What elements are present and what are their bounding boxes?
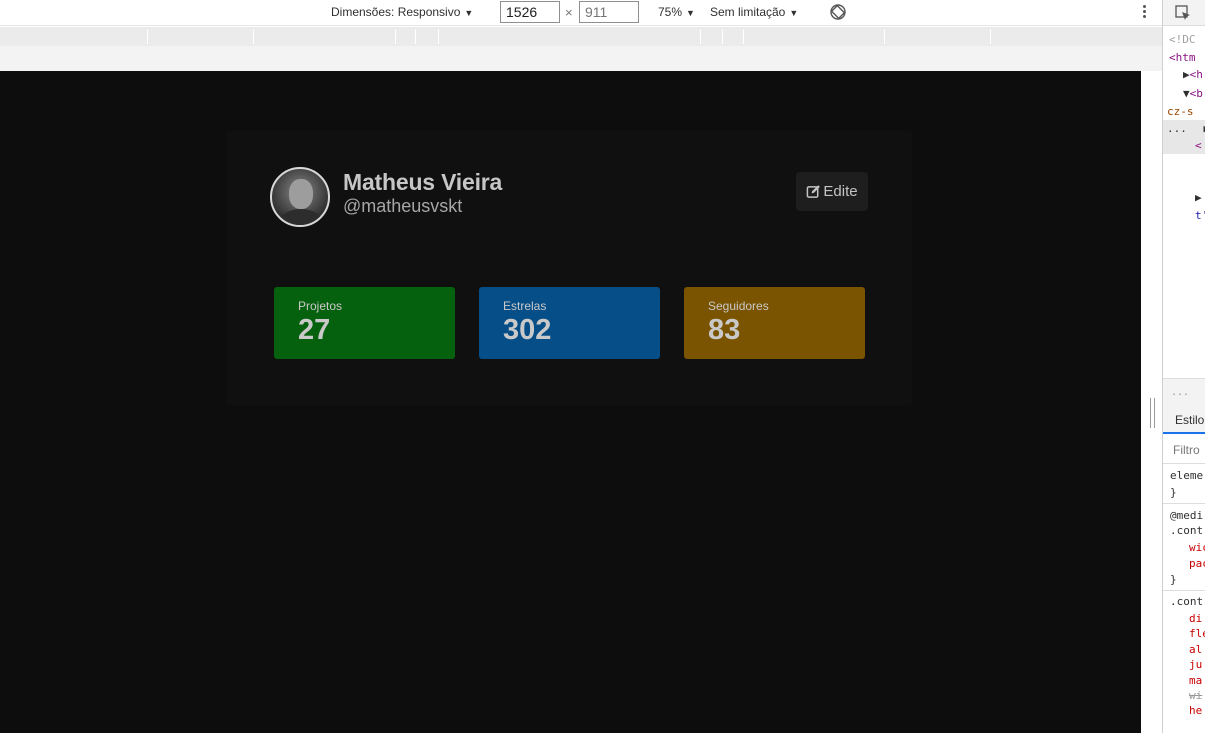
devtools-panel: <!DC <htm ▶<h ▼<b cz-s ... ▶ < ▶ t' ... … [1162,0,1205,733]
stat-value: 302 [503,314,552,346]
profile-name: Matheus Vieira [343,169,503,195]
dom-line[interactable]: cz-s [1167,105,1194,118]
zoom-label: 75% [658,5,683,19]
dom-line[interactable]: <htm [1169,51,1196,64]
style-line: pac [1189,557,1205,570]
dom-line[interactable]: <!DC [1169,33,1196,46]
style-line: } [1170,573,1177,586]
style-line: @medi [1170,509,1204,522]
edit-icon [807,185,821,198]
rotate-icon[interactable] [829,3,847,21]
throttle-dropdown[interactable]: Sem limitação ▼ [710,5,798,19]
caret-down-icon: ▼ [686,8,695,18]
style-line: .cont [1170,524,1204,537]
zoom-dropdown[interactable]: 75% ▼ [658,5,695,19]
style-line: wic [1189,541,1205,554]
profile-card: Matheus Vieira @matheusvskt Edite Projet… [226,131,912,405]
device-toolbar: Dimensões: Responsivo▼ × 75%▼ Sem limita… [0,0,1162,26]
dimensions-dropdown[interactable]: Dimensões: Responsivo ▼ [331,5,473,19]
dom-line[interactable]: ▶<h [1183,68,1203,81]
times-symbol: × [565,5,573,20]
stat-label: Estrelas [503,299,547,313]
dom-line[interactable]: t' [1195,209,1205,222]
dom-line[interactable]: < [1195,139,1202,152]
profile-username: @matheusvskt [343,196,463,216]
stat-stars: Estrelas 302 [479,287,660,359]
dom-line[interactable]: ▼<b [1183,87,1203,100]
avatar [270,167,330,227]
style-line: .cont [1170,595,1204,608]
style-line: } [1170,486,1177,499]
devtools-tab-strip [1163,0,1205,26]
more-options-icon[interactable] [1140,3,1148,21]
caret-down-icon: ▼ [464,8,474,18]
media-query-bar[interactable] [0,27,1162,46]
edit-button[interactable]: Edite [796,172,868,211]
inspect-element-icon[interactable] [1175,5,1191,21]
style-line: he [1189,704,1203,717]
style-line: di [1189,612,1203,625]
style-line: eleme [1170,469,1204,482]
style-line: fle [1189,627,1205,640]
edit-label: Edite [823,183,858,200]
style-line: ma [1189,674,1203,687]
throttle-label: Sem limitação [710,5,786,19]
style-line: ju [1189,658,1203,671]
width-input[interactable] [500,1,560,23]
stat-label: Projetos [298,299,343,313]
dimensions-label: Dimensões: Responsivo [331,5,461,19]
style-line: wi [1189,689,1203,702]
stat-label: Seguidores [708,299,769,313]
viewport-top-gutter [0,46,1162,71]
tab-styles[interactable]: Estilo [1163,408,1205,434]
style-line: al [1189,643,1203,656]
stat-followers: Seguidores 83 [684,287,865,359]
panel-divider[interactable]: ... [1163,378,1205,408]
caret-down-icon: ▼ [789,8,799,18]
dom-line[interactable]: ... ▶ [1167,122,1205,135]
height-input[interactable] [579,1,639,23]
dom-line[interactable]: ▶ [1195,191,1202,204]
resize-handle[interactable] [1150,398,1155,428]
stat-value: 27 [298,314,331,346]
styles-filter-input[interactable]: Filtro [1163,436,1205,464]
stat-projects: Projetos 27 [274,287,455,359]
stat-value: 83 [708,314,741,346]
page-viewport: Matheus Vieira @matheusvskt Edite Projet… [0,71,1141,733]
